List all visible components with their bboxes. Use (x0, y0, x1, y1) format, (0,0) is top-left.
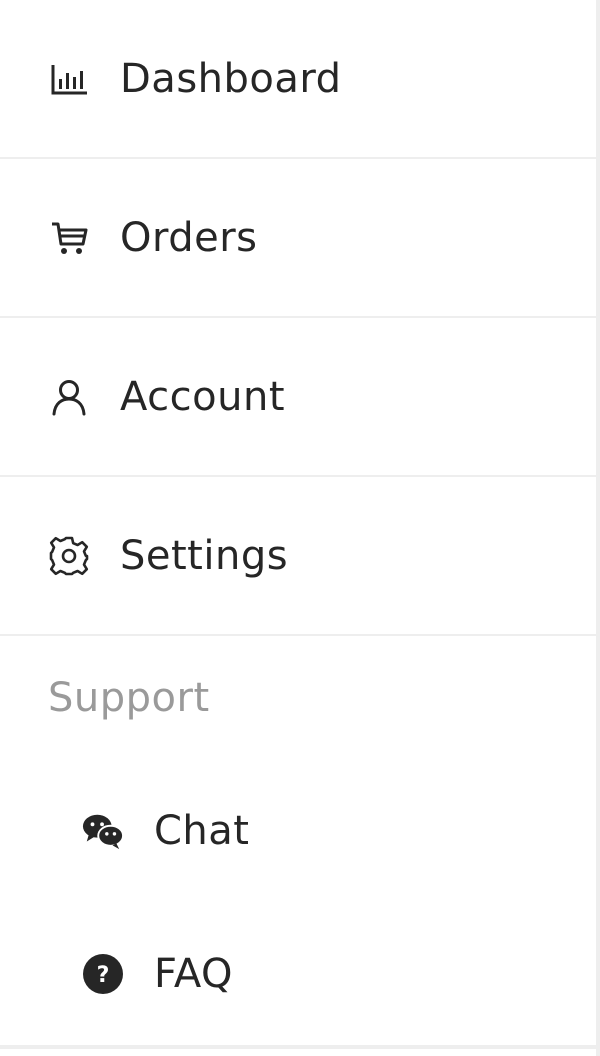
menu-item-faq[interactable]: ? FAQ (0, 902, 596, 1045)
menu-item-label: Dashboard (120, 55, 342, 102)
question-circle-icon: ? (82, 953, 124, 995)
wechat-icon (82, 810, 124, 852)
menu-item-label: FAQ (154, 950, 233, 997)
cart-icon (48, 217, 90, 259)
menu-item-label: Orders (120, 214, 258, 261)
menu-item-settings[interactable]: Settings (0, 477, 596, 636)
support-group-title: Support (48, 674, 210, 721)
bar-chart-icon (48, 58, 90, 100)
menu-item-orders[interactable]: Orders (0, 159, 596, 318)
user-icon (48, 376, 90, 418)
svg-text:?: ? (97, 963, 110, 988)
menu-item-label: Settings (120, 532, 289, 579)
menu-item-account[interactable]: Account (0, 318, 596, 477)
side-menu: Dashboard Orders Account Settings Suppor… (0, 0, 600, 1056)
gear-icon (48, 535, 90, 577)
menu-item-label: Account (120, 373, 286, 420)
menu-item-chat[interactable]: Chat (0, 759, 596, 902)
support-submenu: Chat ? FAQ (0, 759, 596, 1049)
menu-item-dashboard[interactable]: Dashboard (0, 0, 596, 159)
menu-item-label: Chat (154, 807, 250, 854)
